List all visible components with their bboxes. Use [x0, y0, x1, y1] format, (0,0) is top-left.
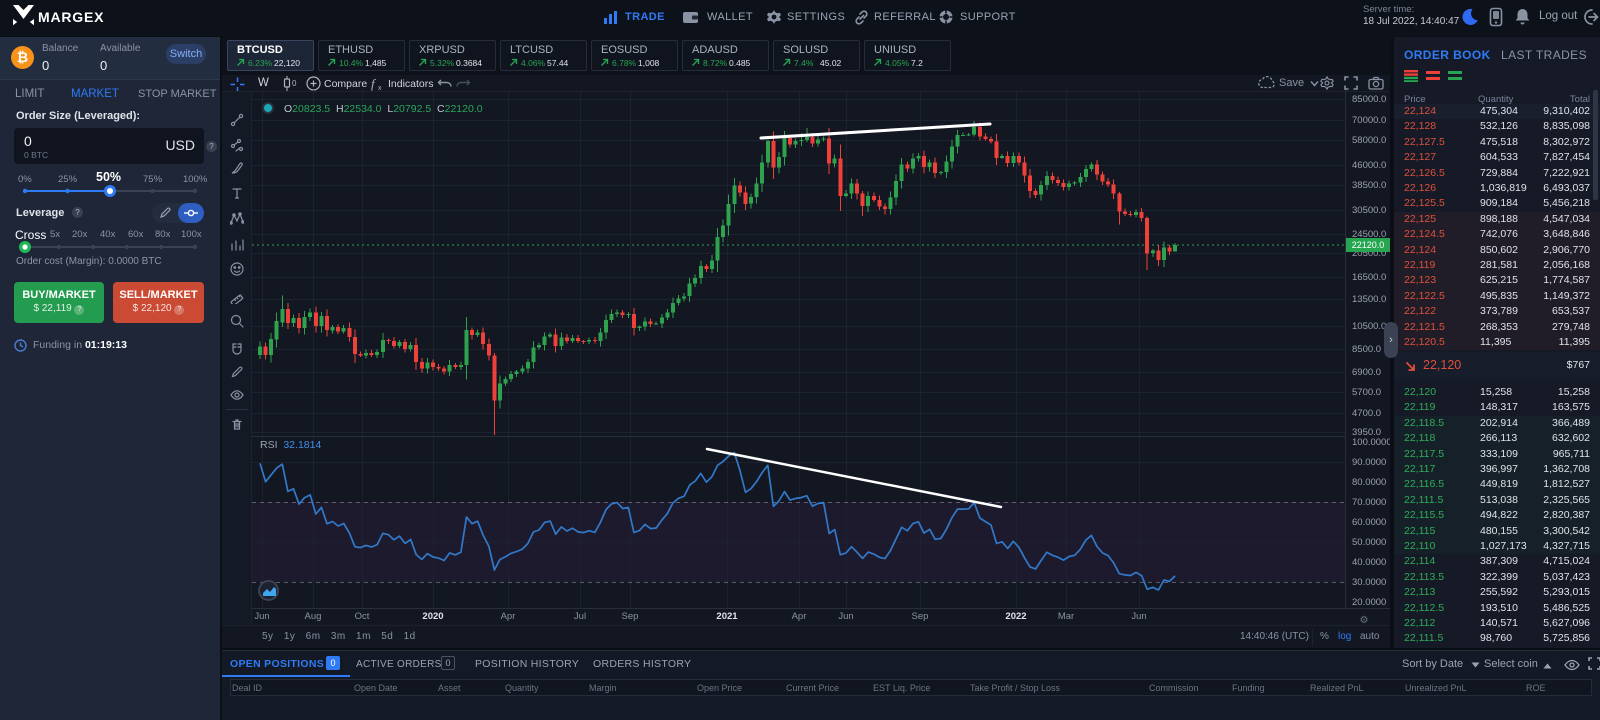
svg-text:30500.0: 30500.0 [1352, 205, 1386, 216]
svg-text:30.0000: 30.0000 [1352, 577, 1386, 588]
svg-text:10500.0: 10500.0 [1352, 321, 1386, 332]
svg-text:70000.0: 70000.0 [1352, 115, 1386, 126]
svg-text:Mar: Mar [1058, 611, 1074, 622]
svg-text:80.0000: 80.0000 [1352, 477, 1386, 488]
svg-text:38500.0: 38500.0 [1352, 180, 1386, 191]
svg-text:Jun: Jun [838, 611, 853, 622]
svg-text:40.0000: 40.0000 [1352, 557, 1386, 568]
svg-text:20.0000: 20.0000 [1352, 597, 1386, 608]
svg-text:2021: 2021 [716, 611, 738, 622]
svg-text:8500.0: 8500.0 [1352, 344, 1381, 355]
svg-text:Aug: Aug [305, 611, 322, 622]
svg-text:f: f [371, 76, 377, 91]
svg-text:Sep: Sep [912, 611, 929, 622]
svg-text:50.0000: 50.0000 [1352, 537, 1386, 548]
svg-text:Jun: Jun [1131, 611, 1146, 622]
svg-text:100.0000: 100.0000 [1352, 437, 1390, 448]
svg-text:Jun: Jun [254, 611, 269, 622]
svg-text:16500.0: 16500.0 [1352, 272, 1386, 283]
svg-text:Oct: Oct [355, 611, 370, 622]
svg-text:Apr: Apr [792, 611, 807, 622]
svg-text:90.0000: 90.0000 [1352, 457, 1386, 468]
svg-text:4700.0: 4700.0 [1352, 408, 1381, 419]
svg-text:5700.0: 5700.0 [1352, 387, 1381, 398]
svg-text:22120.0: 22120.0 [1352, 240, 1385, 250]
svg-text:Jul: Jul [574, 611, 586, 622]
svg-text:13500.0: 13500.0 [1352, 294, 1386, 305]
svg-text:Apr: Apr [501, 611, 516, 622]
svg-text:2020: 2020 [422, 611, 443, 622]
svg-text:85000.0: 85000.0 [1352, 94, 1386, 105]
svg-text:46000.0: 46000.0 [1352, 160, 1386, 171]
svg-text:60.0000: 60.0000 [1352, 517, 1386, 528]
svg-text:70.0000: 70.0000 [1352, 497, 1386, 508]
svg-text:58000.0: 58000.0 [1352, 135, 1386, 146]
svg-text:2022: 2022 [1005, 611, 1026, 622]
svg-text:6900.0: 6900.0 [1352, 367, 1381, 378]
svg-text:Sep: Sep [622, 611, 639, 622]
